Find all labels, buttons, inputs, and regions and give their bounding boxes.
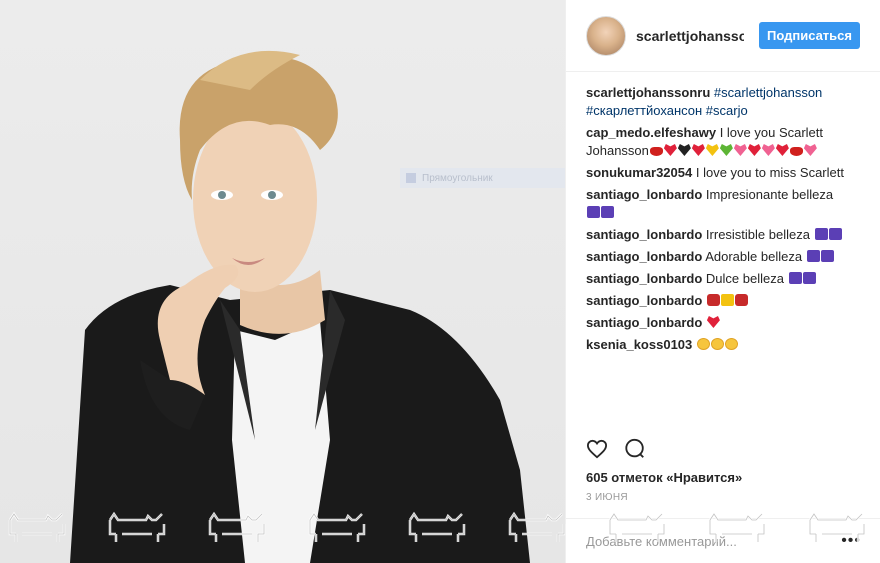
comment-item: ksenia_koss0103 <box>586 336 860 354</box>
comment-author[interactable]: santiago_lonbardo <box>586 315 702 330</box>
editor-tooltip: Прямоугольник <box>400 168 590 188</box>
comment-author[interactable]: cap_medo.elfeshawy <box>586 125 716 140</box>
heart-eyes-emoji-icon <box>696 338 710 350</box>
heart-icon[interactable] <box>586 438 608 460</box>
heart-emoji-icon <box>747 144 761 156</box>
post-photo[interactable] <box>0 0 565 563</box>
comment-author[interactable]: santiago_lonbardo <box>586 227 702 242</box>
music-notes-emoji-icon <box>788 272 802 284</box>
heart-emoji-icon <box>706 316 720 328</box>
post-header: scarlettjohanssonr Подписаться <box>566 0 880 72</box>
heart-emoji-icon <box>775 144 789 156</box>
comment-text: Impresionante belleza <box>705 187 834 202</box>
comment-list: scarlettjohanssonru #scarlettjohansson #… <box>566 72 880 354</box>
heart-emoji-icon <box>691 144 705 156</box>
comment-item: santiago_lonbardo Irresistible belleza <box>586 226 860 244</box>
heart-emoji-icon <box>663 144 677 156</box>
heart-box-emoji-icon <box>803 144 817 156</box>
black-heart-emoji-icon <box>677 144 691 156</box>
comment-item: santiago_lonbardo Impresionante belleza <box>586 186 860 222</box>
comment-author[interactable]: ksenia_koss0103 <box>586 337 692 352</box>
comment-author[interactable]: sonukumar32054 <box>586 165 692 180</box>
lips-emoji-icon <box>789 147 803 156</box>
comment-author[interactable]: scarlettjohanssonru <box>586 85 710 100</box>
music-notes-emoji-icon <box>587 206 600 218</box>
tooltip-label: Прямоугольник <box>422 172 493 184</box>
post-date: 3 ИЮНЯ <box>586 492 628 503</box>
rectangle-icon <box>406 173 416 183</box>
music-note-emoji-icon <box>802 272 816 284</box>
more-icon[interactable]: ••• <box>841 532 861 550</box>
post-side-panel: scarlettjohanssonr Подписаться scarlettj… <box>565 0 880 563</box>
add-comment-bar: ••• <box>566 518 880 563</box>
yellow-heart-emoji-icon <box>705 144 719 156</box>
portrait-illustration <box>70 50 530 563</box>
post-actions <box>586 438 646 460</box>
comment-input[interactable] <box>586 533 826 549</box>
comment-item: santiago_lonbardo <box>586 314 860 332</box>
comment-item: cap_medo.elfeshawy I love you Scarlett J… <box>586 124 860 160</box>
comment-item: sonukumar32054 I love you to miss Scarle… <box>586 164 860 182</box>
pink-heart-emoji-icon <box>733 144 747 156</box>
comment-author[interactable]: santiago_lonbardo <box>586 187 702 202</box>
comment-icon[interactable] <box>624 438 646 460</box>
scroll-emoji-icon <box>706 294 720 306</box>
comment-text: Adorable belleza <box>705 249 803 264</box>
avatar[interactable] <box>586 15 626 56</box>
gift-emoji-icon <box>720 294 734 306</box>
comment-author[interactable]: santiago_lonbardo <box>586 271 702 286</box>
green-heart-emoji-icon <box>719 144 733 156</box>
comment-text: Irresistible belleza <box>705 227 810 242</box>
post-username[interactable]: scarlettjohanssonr <box>636 28 744 44</box>
lips-emoji-icon <box>649 147 663 156</box>
music-note-emoji-icon <box>828 228 842 240</box>
comment-author[interactable]: santiago_lonbardo <box>586 249 702 264</box>
comment-item: santiago_lonbardo Dulce belleza <box>586 270 860 288</box>
comment-text: Dulce belleza <box>705 271 784 286</box>
follow-button[interactable]: Подписаться <box>758 22 860 49</box>
music-note-emoji-icon <box>820 250 834 262</box>
music-note-emoji-icon <box>601 206 614 218</box>
music-notes-emoji-icon <box>806 250 820 262</box>
music-notes-emoji-icon <box>814 228 828 240</box>
heart-eyes-emoji-icon <box>710 338 724 350</box>
comment-item: scarlettjohanssonru #scarlettjohansson #… <box>586 84 860 120</box>
comment-item: santiago_lonbardo Adorable belleza <box>586 248 860 266</box>
heart-eyes-emoji-icon <box>724 338 738 350</box>
scroll-emoji-icon <box>734 294 748 306</box>
likes-count[interactable]: 605 отметок «Нравится» <box>586 470 742 485</box>
pink-heart-emoji-icon <box>761 144 775 156</box>
comment-item: santiago_lonbardo <box>586 292 860 310</box>
comment-author[interactable]: santiago_lonbardo <box>586 293 702 308</box>
comment-text: I love you to miss Scarlett <box>695 165 844 180</box>
